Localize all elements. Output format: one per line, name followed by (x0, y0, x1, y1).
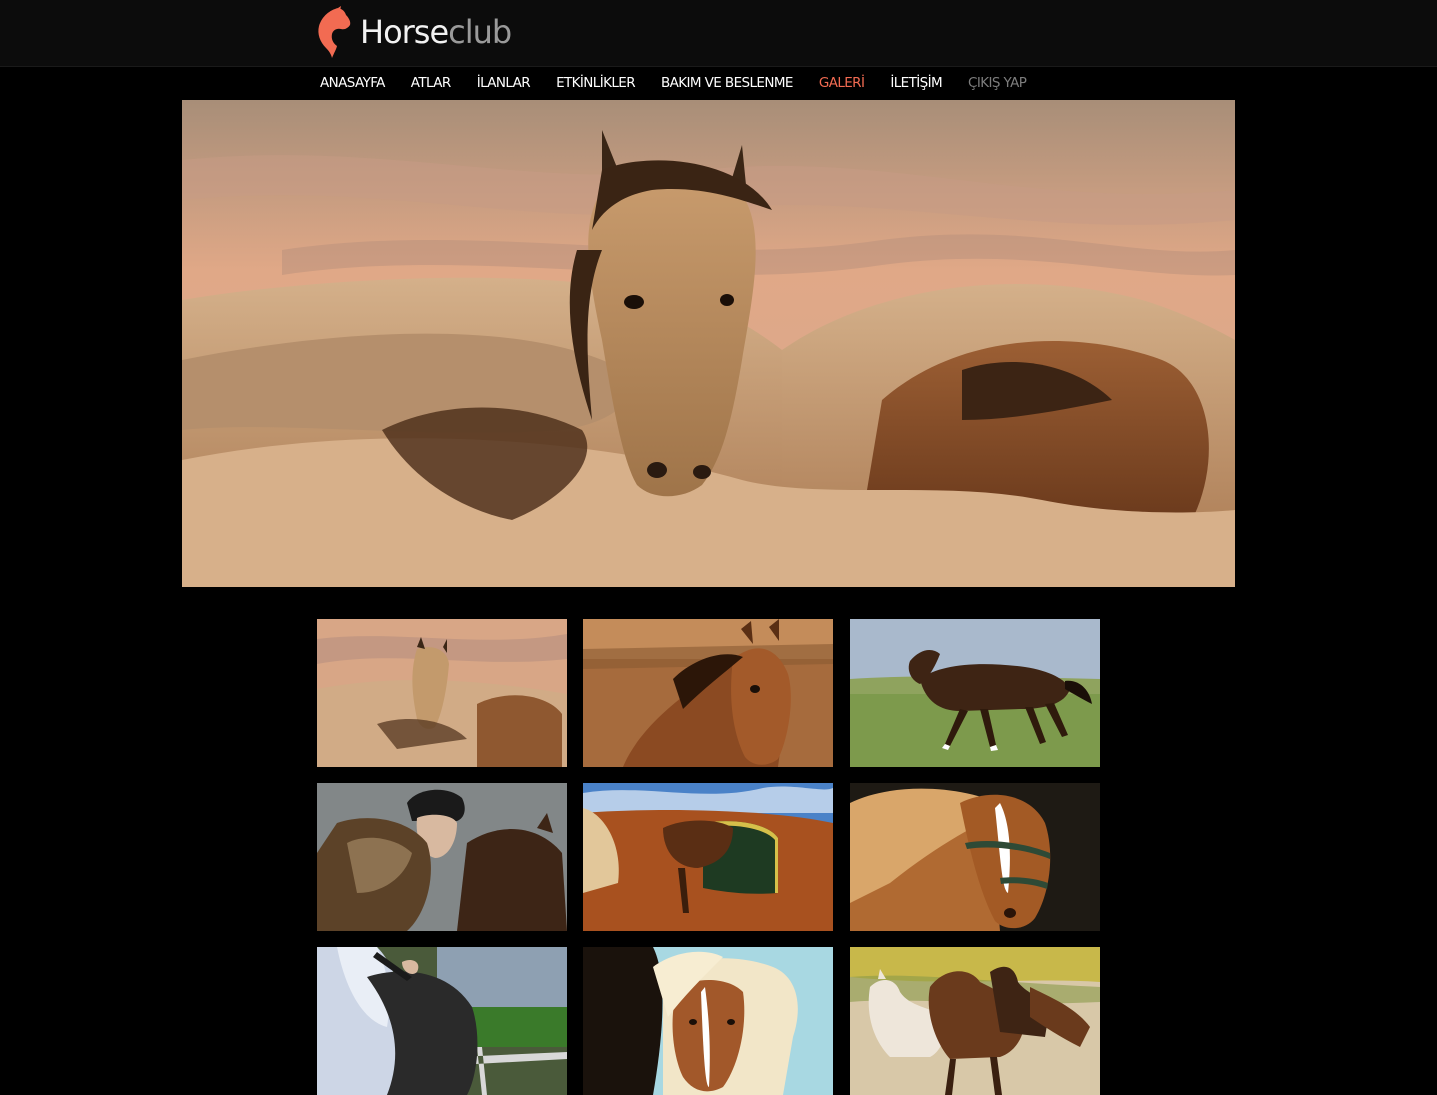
nav-item-atlar[interactable]: ATLAR (411, 75, 451, 91)
gallery-thumb-7[interactable] (317, 947, 567, 1095)
hero-image (182, 100, 1235, 587)
nav-item-galeri[interactable]: GALERİ (819, 75, 865, 91)
brand-name-part1: Horse (360, 13, 449, 51)
gallery-thumb-5[interactable] (583, 783, 833, 931)
horse-herd-sunset-thumb (317, 619, 567, 767)
nav-item-cikis-yap[interactable]: ÇIKIŞ YAP (968, 75, 1027, 91)
horse-head-icon (318, 6, 351, 58)
main-nav: ANASAYFA ATLAR İLANLAR ETKİNLİKLER BAKIM… (320, 66, 1052, 99)
gallery-thumb-3[interactable] (850, 619, 1100, 767)
brand-logo[interactable]: Horseclub (316, 6, 512, 58)
saddled-horse-thumb (583, 783, 833, 931)
gallery-thumb-4[interactable] (317, 783, 567, 931)
brand-name: Horseclub (360, 13, 512, 51)
galloping-horse-field-thumb (850, 619, 1100, 767)
running-horses-dust-thumb (850, 947, 1100, 1095)
blonde-mane-ponies-thumb (583, 947, 833, 1095)
nav-item-iletisim[interactable]: İLETİŞİM (890, 75, 942, 91)
nav-item-etkinlikler[interactable]: ETKİNLİKLER (556, 75, 636, 91)
rider-with-helmet-thumb (317, 783, 567, 931)
chestnut-horse-halter-thumb (850, 783, 1100, 931)
nav-item-bakim-ve-beslenme[interactable]: BAKIM VE BESLENME (661, 75, 793, 91)
gallery-thumb-2[interactable] (583, 619, 833, 767)
gallery-thumb-1[interactable] (317, 619, 567, 767)
rider-legs-thumb (317, 947, 567, 1095)
brand-name-part2: club (448, 13, 512, 51)
bay-horse-portrait-thumb (583, 619, 833, 767)
horse-herd-sunset-image (182, 100, 1235, 587)
nav-item-ilanlar[interactable]: İLANLAR (477, 75, 531, 91)
top-header-bar: Horseclub (0, 0, 1437, 67)
gallery-thumb-8[interactable] (583, 947, 833, 1095)
gallery-thumb-6[interactable] (850, 783, 1100, 931)
nav-item-anasayfa[interactable]: ANASAYFA (320, 75, 385, 91)
gallery-thumb-9[interactable] (850, 947, 1100, 1095)
